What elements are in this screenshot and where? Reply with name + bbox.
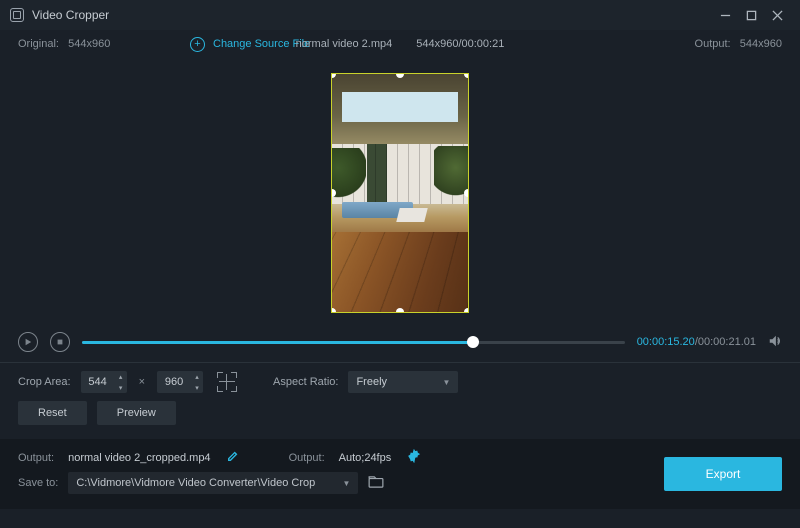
crop-handle[interactable] bbox=[464, 308, 469, 313]
output-file-name: normal video 2_cropped.mp4 bbox=[68, 452, 210, 464]
save-path-value: C:\Vidmore\Vidmore Video Converter\Video… bbox=[76, 477, 315, 489]
spin-up-icon[interactable]: ▴ bbox=[191, 371, 203, 382]
change-source-button[interactable]: + Change Source File bbox=[190, 37, 310, 52]
aspect-ratio-label: Aspect Ratio: bbox=[273, 376, 338, 388]
spin-down-icon[interactable]: ▾ bbox=[191, 382, 203, 393]
crop-height-input[interactable]: 960 ▴▾ bbox=[157, 371, 203, 393]
time-current: 00:00:15.20 bbox=[637, 336, 695, 348]
open-folder-button[interactable] bbox=[368, 476, 384, 491]
export-label: Export bbox=[706, 467, 741, 481]
app-icon bbox=[10, 8, 24, 22]
close-button[interactable] bbox=[764, 2, 790, 28]
crop-controls: Crop Area: 544 ▴▾ × 960 ▴▾ Aspect Ratio:… bbox=[0, 363, 800, 439]
info-row: Original: 544x960 + Change Source File n… bbox=[0, 30, 800, 58]
export-button[interactable]: Export bbox=[664, 457, 782, 491]
time-display: 00:00:15.20/00:00:21.01 bbox=[637, 336, 756, 348]
center-crop-button[interactable] bbox=[217, 372, 237, 392]
output-label: Output: bbox=[695, 38, 731, 50]
reset-button[interactable]: Reset bbox=[18, 401, 87, 425]
footer: Output: normal video 2_cropped.mp4 Outpu… bbox=[0, 439, 800, 509]
minimize-button[interactable] bbox=[712, 2, 738, 28]
crop-handle[interactable] bbox=[331, 308, 336, 313]
seek-knob[interactable] bbox=[467, 336, 479, 348]
app-title: Video Cropper bbox=[32, 8, 109, 22]
output-format-value: Auto;24fps bbox=[339, 452, 392, 464]
playbar: 00:00:15.20/00:00:21.01 bbox=[0, 324, 800, 360]
output-format-label: Output: bbox=[289, 452, 325, 464]
original-size: 544x960 bbox=[68, 38, 110, 50]
chevron-down-icon: ▼ bbox=[443, 378, 451, 387]
chevron-down-icon: ▼ bbox=[342, 479, 350, 488]
maximize-button[interactable] bbox=[738, 2, 764, 28]
seek-slider[interactable] bbox=[82, 341, 625, 344]
save-to-label: Save to: bbox=[18, 477, 58, 489]
spin-down-icon[interactable]: ▾ bbox=[115, 382, 127, 393]
crop-height-value: 960 bbox=[157, 376, 191, 388]
source-info: normal video 2.mp4 544x960/00:00:21 bbox=[296, 38, 505, 50]
save-path-select[interactable]: C:\Vidmore\Vidmore Video Converter\Video… bbox=[68, 472, 358, 494]
settings-button[interactable] bbox=[407, 449, 421, 466]
aspect-ratio-value: Freely bbox=[356, 376, 387, 388]
crop-width-value: 544 bbox=[81, 376, 115, 388]
source-filename: normal video 2.mp4 bbox=[296, 38, 393, 50]
spin-up-icon[interactable]: ▴ bbox=[115, 371, 127, 382]
titlebar: Video Cropper bbox=[0, 0, 800, 30]
output-info: Output: 544x960 bbox=[695, 38, 782, 50]
video-stage bbox=[0, 62, 800, 324]
preview-button[interactable]: Preview bbox=[97, 401, 176, 425]
crop-width-input[interactable]: 544 ▴▾ bbox=[81, 371, 127, 393]
original-info: Original: 544x960 bbox=[18, 38, 178, 50]
output-size: 544x960 bbox=[740, 38, 782, 50]
output-file-label: Output: bbox=[18, 452, 54, 464]
multiply-sign: × bbox=[137, 376, 147, 388]
volume-button[interactable] bbox=[768, 334, 782, 351]
play-button[interactable] bbox=[18, 332, 38, 352]
stop-button[interactable] bbox=[50, 332, 70, 352]
crop-handle[interactable] bbox=[464, 73, 469, 78]
plus-circle-icon: + bbox=[190, 37, 205, 52]
crop-area-label: Crop Area: bbox=[18, 376, 71, 388]
crop-box[interactable] bbox=[331, 73, 469, 313]
reset-label: Reset bbox=[38, 407, 67, 419]
time-total: 00:00:21.01 bbox=[698, 336, 756, 348]
crop-handle[interactable] bbox=[396, 308, 404, 313]
original-label: Original: bbox=[18, 38, 59, 50]
aspect-ratio-select[interactable]: Freely ▼ bbox=[348, 371, 458, 393]
preview-label: Preview bbox=[117, 407, 156, 419]
crop-handle[interactable] bbox=[464, 189, 469, 197]
source-meta: 544x960/00:00:21 bbox=[416, 38, 504, 50]
edit-name-button[interactable] bbox=[227, 450, 239, 465]
